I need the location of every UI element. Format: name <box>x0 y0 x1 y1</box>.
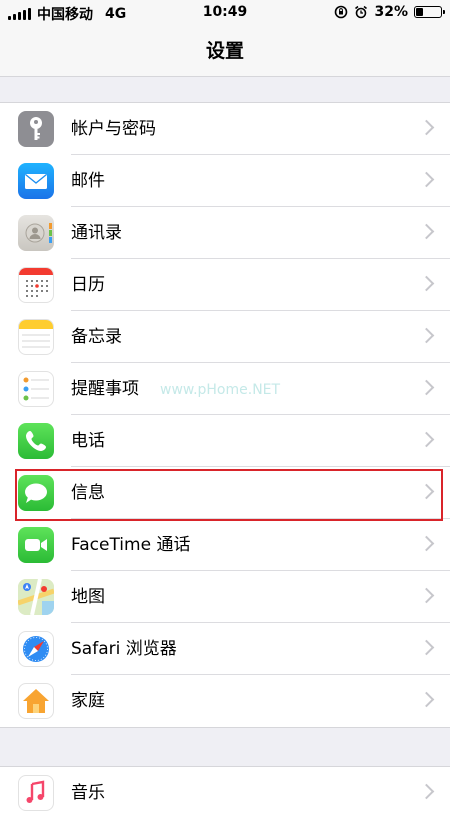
phone-icon <box>18 423 54 459</box>
chevron-right-icon <box>418 639 435 656</box>
battery-percent: 32% <box>374 4 408 20</box>
settings-row-label: FaceTime 通话 <box>71 535 191 555</box>
chevron-right-icon <box>418 327 435 344</box>
settings-row-messages[interactable]: 信息 <box>0 467 450 519</box>
chevron-right-icon <box>418 691 435 708</box>
page-title: 设置 <box>205 40 244 62</box>
settings-row-label: 提醒事项 <box>71 379 139 399</box>
settings-row-label: Safari 浏览器 <box>71 639 177 659</box>
chevron-right-icon <box>418 119 435 136</box>
settings-row-label: 备忘录 <box>71 327 122 347</box>
settings-row-home[interactable]: 家庭 <box>0 675 450 727</box>
settings-row-notes[interactable]: 备忘录 <box>0 311 450 363</box>
settings-row-music[interactable]: 音乐 <box>0 767 450 819</box>
battery-level <box>416 8 423 16</box>
nav-bar: 设置 <box>0 26 450 77</box>
settings-row-label: 帐户与密码 <box>71 119 156 139</box>
key-icon <box>18 111 54 147</box>
calendar-icon <box>18 267 54 303</box>
settings-row-label: 地图 <box>71 587 105 607</box>
status-bar: 中国移动 4G 10:49 32% <box>0 0 450 26</box>
orientation-lock-icon <box>335 5 348 19</box>
safari-icon <box>18 631 54 667</box>
settings-row-label: 音乐 <box>71 783 105 803</box>
settings-row-label: 通讯录 <box>71 223 122 243</box>
chevron-right-icon <box>418 535 435 552</box>
battery-icon <box>414 6 445 18</box>
chevron-right-icon <box>418 431 435 448</box>
settings-row-label: 邮件 <box>71 171 105 191</box>
settings-row-label: 信息 <box>71 483 105 503</box>
settings-group-media: 音乐 <box>0 766 450 819</box>
chevron-right-icon <box>418 783 435 800</box>
settings-row-accounts[interactable]: 帐户与密码 <box>0 103 450 155</box>
settings-row-label: 家庭 <box>71 691 105 711</box>
reminders-icon <box>18 371 54 407</box>
chevron-right-icon <box>418 223 435 240</box>
chevron-right-icon <box>418 587 435 604</box>
settings-group: 帐户与密码 邮件 通讯录 日历 备忘录 提醒事项 电话 信息 FaceTime … <box>0 102 450 728</box>
chevron-right-icon <box>418 379 435 396</box>
chevron-right-icon <box>418 275 435 292</box>
alarm-icon <box>355 5 368 19</box>
status-right: 32% <box>334 4 445 20</box>
notes-icon <box>18 319 54 355</box>
settings-row-mail[interactable]: 邮件 <box>0 155 450 207</box>
watermark-text: www.pHome.NET <box>160 382 281 398</box>
settings-row-maps[interactable]: 地图 <box>0 571 450 623</box>
facetime-icon <box>18 527 54 563</box>
settings-row-contacts[interactable]: 通讯录 <box>0 207 450 259</box>
contacts-icon <box>18 215 54 251</box>
messages-icon <box>18 475 54 511</box>
chevron-right-icon <box>418 171 435 188</box>
settings-row-label: 日历 <box>71 275 105 295</box>
settings-row-safari[interactable]: Safari 浏览器 <box>0 623 450 675</box>
home-icon <box>18 683 54 719</box>
settings-row-facetime[interactable]: FaceTime 通话 <box>0 519 450 571</box>
settings-row-calendar[interactable]: 日历 <box>0 259 450 311</box>
mail-icon <box>18 163 54 199</box>
settings-row-label: 电话 <box>71 431 105 451</box>
maps-icon <box>18 579 54 615</box>
music-icon <box>18 775 54 811</box>
chevron-right-icon <box>418 483 435 500</box>
settings-row-phone[interactable]: 电话 <box>0 415 450 467</box>
